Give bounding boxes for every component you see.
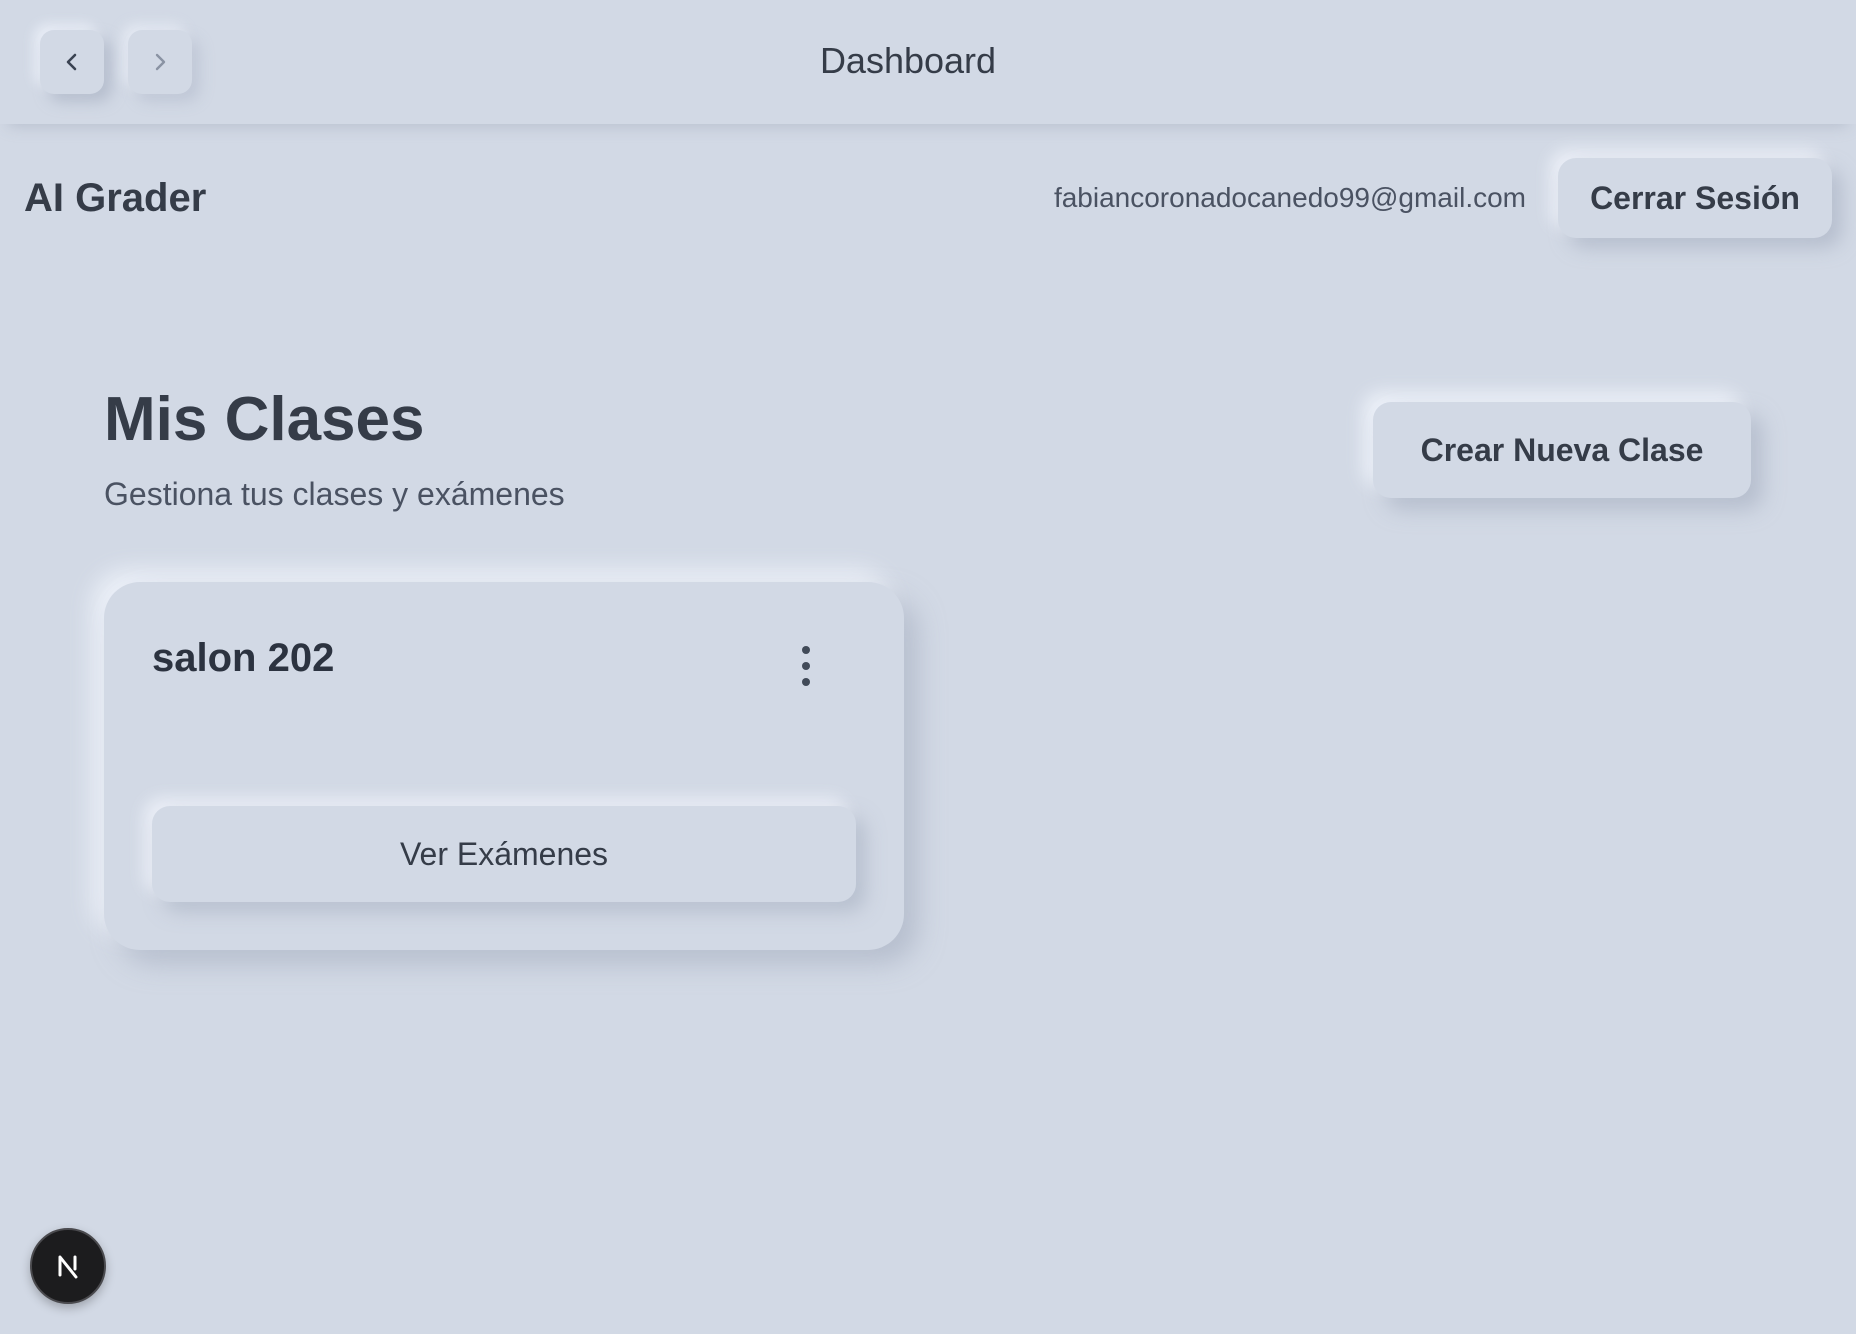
brand-logo-text: AI Grader <box>24 176 207 220</box>
logout-button[interactable]: Cerrar Sesión <box>1558 158 1832 238</box>
view-exams-button[interactable]: Ver Exámenes <box>152 806 856 902</box>
page-subtitle: Gestiona tus clases y exámenes <box>104 476 565 512</box>
page-title: Mis Clases <box>104 385 425 454</box>
user-email: fabiancoronadocanedo99@gmail.com <box>1053 182 1526 213</box>
nextjs-dev-badge[interactable] <box>30 1228 106 1304</box>
menu-dot <box>802 678 810 686</box>
class-card: salon 202 Ver Exámenes <box>104 582 904 950</box>
more-vertical-icon[interactable] <box>794 646 818 686</box>
create-class-button[interactable]: Crear Nueva Clase <box>1373 402 1751 498</box>
window-titlebar: Dashboard <box>0 0 1856 124</box>
menu-dot <box>802 662 810 670</box>
app-header: AI Grader fabiancoronadocanedo99@gmail.c… <box>0 124 1856 274</box>
window-title: Dashboard <box>819 40 997 81</box>
nextjs-logo-icon <box>58 1255 78 1279</box>
class-name: salon 202 <box>152 636 335 680</box>
menu-dot <box>802 646 810 654</box>
